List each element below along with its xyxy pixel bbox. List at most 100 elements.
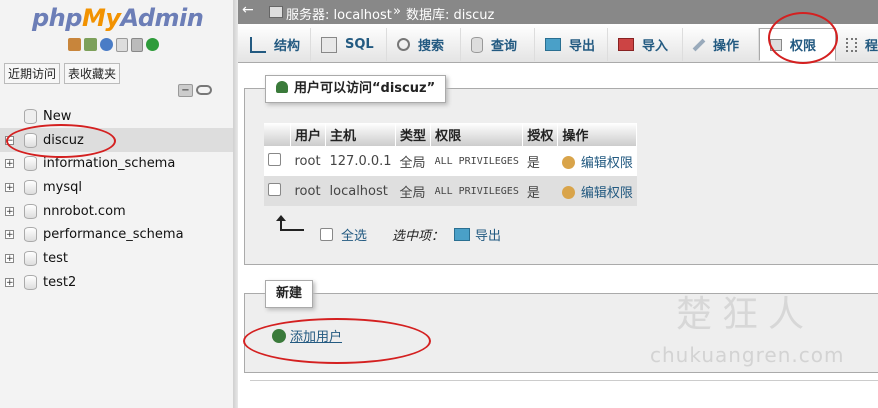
- edit-privileges-link[interactable]: 编辑权限: [557, 146, 637, 176]
- column-header: 用户: [290, 123, 327, 146]
- phpmyadmin-logo[interactable]: phpMyAdmin: [32, 4, 204, 32]
- watermark-title: 楚狂人: [676, 294, 815, 335]
- routines-icon: [846, 37, 857, 52]
- table-row: root localhost 全局 ALL PRIVILEGES 是 编辑权限: [264, 176, 637, 206]
- database-icon: [24, 274, 37, 290]
- edit-privileges-icon: [561, 185, 575, 199]
- server-icon: [269, 6, 283, 18]
- help-icon[interactable]: [100, 38, 113, 51]
- expand-icon[interactable]: +: [5, 206, 14, 216]
- tab-privileges[interactable]: 权限: [759, 28, 836, 61]
- column-header: 操作: [557, 123, 638, 146]
- structure-icon: [250, 36, 266, 53]
- table-row: root 127.0.0.1 全局 ALL PRIVILEGES 是 编辑权限: [264, 146, 637, 176]
- tab-routines[interactable]: 程: [836, 28, 878, 61]
- recent-button[interactable]: 近期访问: [4, 63, 61, 84]
- breadcrumb-separator: »: [393, 4, 401, 19]
- tab-export[interactable]: 导出: [535, 28, 608, 61]
- expand-icon[interactable]: +: [5, 229, 14, 239]
- database-icon: [24, 155, 37, 171]
- checkbox-header: [264, 123, 291, 146]
- nav-icon-row: [68, 38, 159, 52]
- query-icon: [471, 36, 483, 53]
- users-section-title: 用户可以访问“discuz”: [265, 75, 447, 103]
- tab-sql[interactable]: SQL: [311, 28, 387, 61]
- nav-buttons: 近期访问 表收藏夹: [4, 63, 121, 84]
- with-selected-label: 选中项：: [392, 229, 445, 244]
- export-icon: [454, 228, 470, 241]
- users-table: 用户 主机 类型 权限 授权 操作 root 127.0.0.1 全局 ALL …: [264, 123, 638, 206]
- favorites-button[interactable]: 表收藏夹: [64, 63, 121, 84]
- new-section-title: 新建: [265, 280, 314, 308]
- watermark-url: chukuangren.com: [650, 343, 845, 367]
- column-header: 授权: [522, 123, 559, 146]
- tree-item-mysql[interactable]: + mysql: [0, 175, 233, 199]
- arrow-up-icon: [276, 215, 304, 231]
- tab-operations[interactable]: 操作: [683, 28, 759, 61]
- tree-item-new[interactable]: New: [0, 104, 233, 128]
- tab-search[interactable]: 搜索: [387, 28, 461, 61]
- privileges-cell: ALL PRIVILEGES: [430, 146, 523, 176]
- tree-item-test2[interactable]: + test2: [0, 270, 233, 294]
- search-icon: [397, 38, 410, 51]
- grant-cell: 是: [522, 146, 558, 176]
- tab-bar: 结构 SQL 搜索 查询 导出 导入 操作 权限 程: [238, 24, 878, 63]
- column-header: 权限: [430, 123, 524, 146]
- expand-icon[interactable]: +: [5, 158, 14, 168]
- import-icon: [618, 38, 634, 51]
- users-fieldset: 用户可以访问“discuz” 用户 主机 类型 权限 授权 操作 root 12…: [244, 75, 878, 265]
- breadcrumb-server[interactable]: 服务器: localhost: [286, 4, 392, 23]
- divider-line: [250, 380, 878, 381]
- tree-item-nnrobot[interactable]: + nnrobot.com: [0, 199, 233, 223]
- settings-icon[interactable]: [131, 38, 143, 52]
- collapse-all-icon[interactable]: −: [178, 84, 193, 97]
- privileges-icon: [770, 38, 782, 51]
- link-icon[interactable]: [196, 85, 212, 95]
- grant-cell: 是: [522, 176, 558, 206]
- expand-icon[interactable]: −: [5, 135, 14, 145]
- database-icon: [24, 226, 37, 242]
- tree-item-information-schema[interactable]: + information_schema: [0, 151, 233, 175]
- new-db-icon: [24, 108, 37, 124]
- tree-item-discuz[interactable]: − discuz: [0, 128, 233, 152]
- type-cell: 全局: [395, 176, 431, 206]
- users-icon: [276, 81, 288, 93]
- tab-structure[interactable]: 结构: [240, 28, 311, 61]
- expand-icon[interactable]: +: [5, 253, 14, 263]
- database-icon: [24, 250, 37, 266]
- tab-query[interactable]: 查询: [461, 28, 535, 61]
- column-header: 类型: [395, 123, 432, 146]
- database-icon: [24, 179, 37, 195]
- edit-privileges-link[interactable]: 编辑权限: [557, 176, 637, 206]
- breadcrumb-database[interactable]: 数据库: discuz: [406, 4, 494, 23]
- breadcrumb: ← 服务器: localhost » 数据库: discuz: [238, 0, 878, 24]
- table-header-row: 用户 主机 类型 权限 授权 操作: [264, 123, 638, 146]
- home-icon[interactable]: [68, 38, 81, 51]
- add-user-link[interactable]: 添加用户: [272, 326, 342, 345]
- expand-icon[interactable]: +: [5, 277, 14, 287]
- expand-icon[interactable]: +: [5, 182, 14, 192]
- host-cell: localhost: [325, 176, 396, 206]
- sql-icon: [321, 36, 337, 53]
- tab-import[interactable]: 导入: [608, 28, 683, 61]
- tree-item-performance-schema[interactable]: + performance_schema: [0, 222, 233, 246]
- user-cell: root: [290, 146, 326, 176]
- privileges-cell: ALL PRIVILEGES: [430, 176, 523, 206]
- edit-privileges-icon: [561, 155, 575, 169]
- select-all-checkbox[interactable]: [320, 228, 333, 241]
- documentation-icon[interactable]: [116, 38, 128, 52]
- row-checkbox[interactable]: [264, 146, 291, 176]
- exit-icon[interactable]: [84, 38, 97, 51]
- back-arrow-icon[interactable]: ←: [242, 2, 254, 18]
- database-icon: [24, 203, 37, 219]
- row-checkbox[interactable]: [264, 176, 291, 206]
- tree-item-test[interactable]: + test: [0, 246, 233, 270]
- reload-icon[interactable]: [146, 38, 159, 51]
- wrench-icon: [692, 38, 706, 51]
- column-header: 主机: [325, 123, 397, 146]
- select-all-control[interactable]: 全选: [320, 225, 367, 244]
- user-cell: root: [290, 176, 326, 206]
- export-selected-button[interactable]: 导出: [454, 225, 501, 244]
- database-icon: [24, 132, 37, 148]
- export-icon: [545, 38, 561, 51]
